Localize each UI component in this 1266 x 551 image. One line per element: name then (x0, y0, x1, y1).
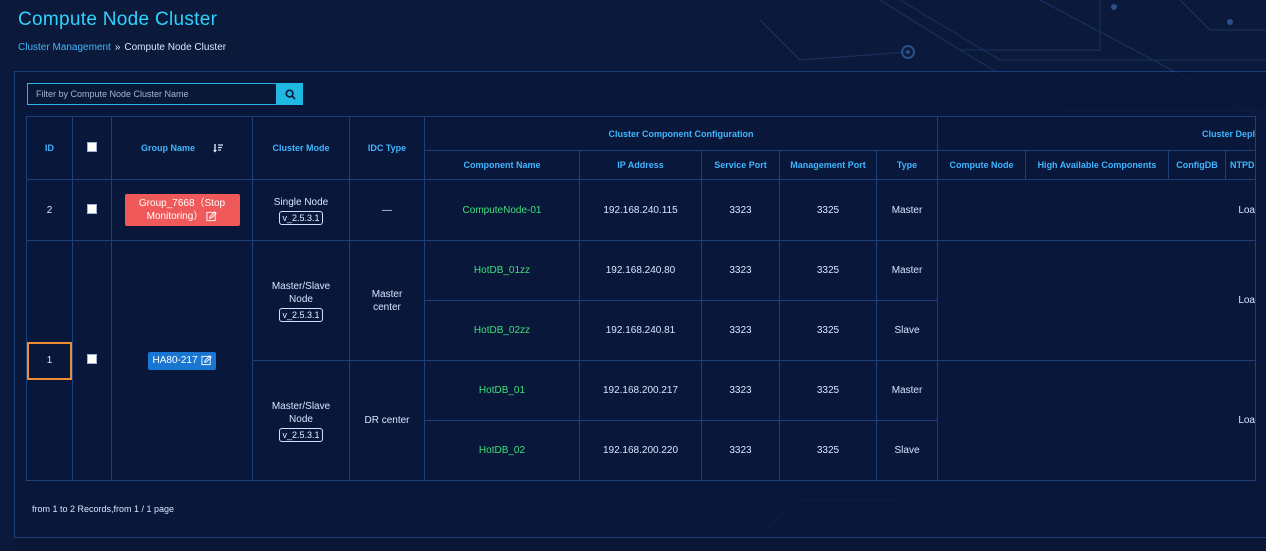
component-name: ComputeNode-01 (424, 179, 580, 241)
ip-address: 192.168.240.81 (579, 300, 702, 361)
row-select (72, 179, 112, 241)
header-select-all (72, 116, 112, 180)
cluster-mode-cell: Master/Slave Node v_2.5.3.1 (252, 360, 350, 481)
header-component-config: Cluster Component Configuration (424, 116, 938, 151)
idc-type-cell: — (349, 179, 425, 241)
component-name: HotDB_01 (424, 360, 580, 421)
bottom-strip (14, 538, 1266, 551)
deploy-status: Loa (937, 360, 1256, 481)
cluster-mode-text: Single Node (273, 196, 329, 208)
header-cluster-mode: Cluster Mode (252, 116, 350, 180)
header-group-name[interactable]: Group Name (111, 116, 253, 180)
service-port: 3323 (701, 179, 780, 241)
search-button[interactable] (277, 83, 303, 105)
header-configdb: ConfigDB (1168, 150, 1226, 180)
breadcrumb-current: Compute Node Cluster (124, 42, 227, 53)
header-ntpd: NTPD (1225, 150, 1256, 180)
ip-address: 192.168.200.217 (579, 360, 702, 421)
cluster-mode-text: Master/Slave Node (271, 400, 331, 425)
component-type: Master (876, 179, 938, 241)
component-type: Master (876, 240, 938, 301)
cluster-mode-text: Master/Slave Node (271, 280, 331, 305)
row-id: 2 (26, 179, 73, 241)
cluster-panel: ID Group Name Cluster Mode IDC Type Clus… (14, 71, 1266, 538)
sort-icon[interactable] (213, 143, 223, 153)
row-id-cell: 1 (26, 240, 73, 481)
version-tag: v_2.5.3.1 (279, 427, 323, 442)
group-cell: Group_7668（Stop Monitoring） (111, 179, 253, 241)
version-tag: v_2.5.3.1 (279, 307, 323, 322)
cluster-mode-cell: Single Node v_2.5.3.1 (252, 179, 350, 241)
cluster-mode-cell: Master/Slave Node v_2.5.3.1 (252, 240, 350, 361)
ip-address: 192.168.240.80 (579, 240, 702, 301)
header-idc-type: IDC Type (349, 116, 425, 180)
management-port: 3325 (779, 179, 877, 241)
ip-address: 192.168.200.220 (579, 420, 702, 481)
ip-address: 192.168.240.115 (579, 179, 702, 241)
deploy-status: Loa (937, 179, 1256, 241)
header-component-name: Component Name (424, 150, 580, 180)
header-management-port: Management Port (779, 150, 877, 180)
row-checkbox[interactable] (87, 203, 97, 214)
component-name: HotDB_02 (424, 420, 580, 481)
management-port: 3325 (779, 240, 877, 301)
idc-type-cell: DR center (349, 360, 425, 481)
select-all-checkbox[interactable] (87, 142, 97, 152)
header-cluster-deploy: Cluster Depl (937, 116, 1256, 151)
header-type: Type (876, 150, 938, 180)
breadcrumb-cluster-management-link[interactable]: Cluster Management (18, 42, 111, 53)
header-ha-components: High Available Components (1025, 150, 1169, 180)
component-type: Master (876, 360, 938, 421)
header-service-port: Service Port (701, 150, 780, 180)
group-cell: HA80-217 (111, 240, 253, 481)
service-port: 3323 (701, 360, 780, 421)
service-port: 3323 (701, 420, 780, 481)
header-id: ID (26, 116, 73, 180)
row-select (72, 240, 112, 481)
breadcrumb-separator: » (114, 42, 121, 53)
table-row: 1 HA80-217 Master/Slave Node v_2.5.3.1 M… (26, 240, 1256, 481)
header-ip-address: IP Address (579, 150, 702, 180)
management-port: 3325 (779, 300, 877, 361)
row-checkbox[interactable] (87, 354, 97, 364)
search-icon (284, 88, 296, 100)
management-port: 3325 (779, 360, 877, 421)
management-port: 3325 (779, 420, 877, 481)
group-name-label: Group Name (140, 142, 195, 153)
component-type: Slave (876, 300, 938, 361)
search-input[interactable] (27, 83, 277, 105)
cluster-table: ID Group Name Cluster Mode IDC Type Clus… (26, 116, 1256, 481)
component-name: HotDB_01zz (424, 240, 580, 301)
row-id-highlight[interactable]: 1 (27, 341, 72, 380)
idc-type-cell: Master center (349, 240, 425, 361)
group-name-badge[interactable]: HA80-217 (148, 351, 216, 370)
edit-icon[interactable] (206, 211, 218, 222)
service-port: 3323 (701, 300, 780, 361)
header-compute-node: Compute Node (937, 150, 1026, 180)
group-name-badge[interactable]: Group_7668（Stop Monitoring） (124, 194, 240, 226)
breadcrumb: Cluster Management» Compute Node Cluster (18, 42, 226, 53)
table-row: 2 Group_7668（Stop Monitoring） Single Nod… (26, 179, 1256, 241)
page-title: Compute Node Cluster (18, 9, 218, 30)
group-name-text: HA80-217 (152, 354, 198, 366)
edit-icon[interactable] (200, 355, 212, 366)
version-tag: v_2.5.3.1 (279, 210, 323, 225)
service-port: 3323 (701, 240, 780, 301)
pagination-summary: from 1 to 2 Records,from 1 / 1 page (32, 504, 175, 514)
component-name: HotDB_02zz (424, 300, 580, 361)
component-type: Slave (876, 420, 938, 481)
deploy-status: Loa (937, 240, 1256, 361)
